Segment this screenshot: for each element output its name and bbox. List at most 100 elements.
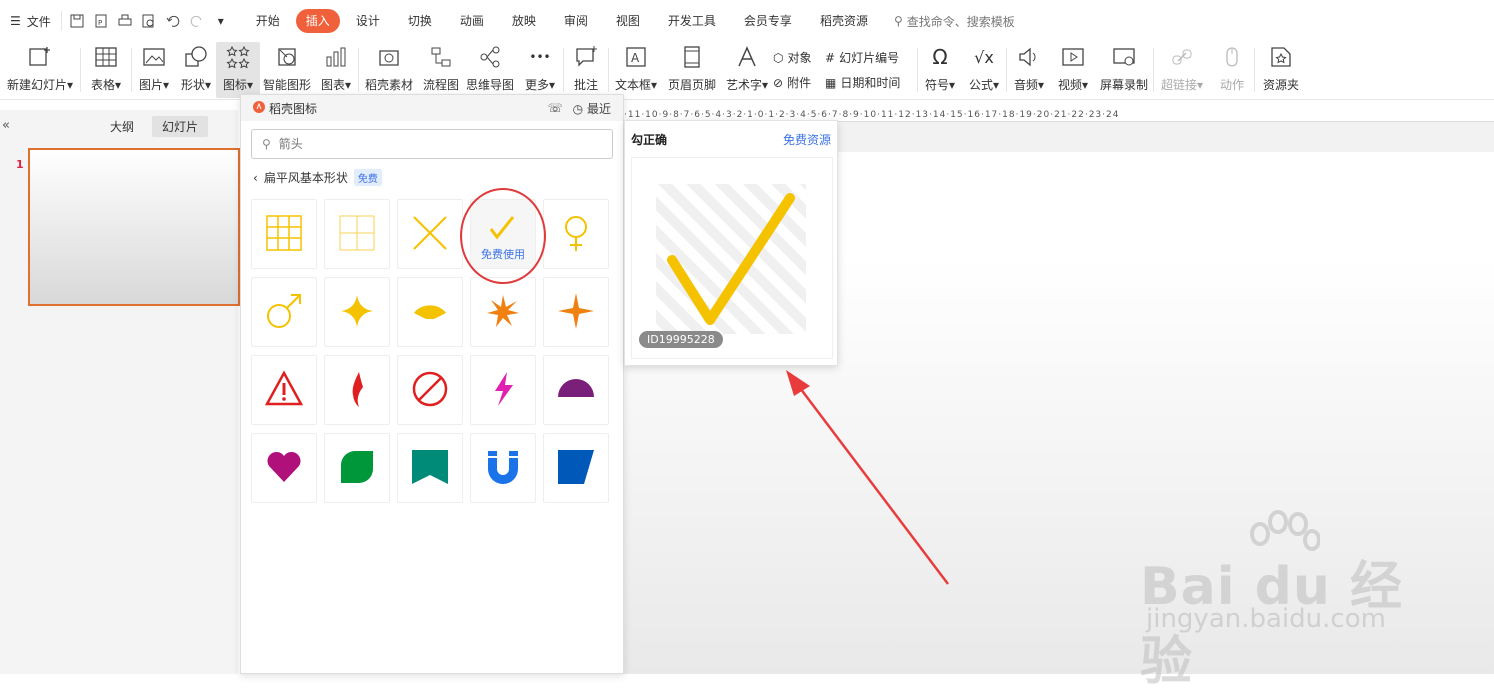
tab-slides[interactable]: 幻灯片 <box>152 116 209 137</box>
icon-item[interactable] <box>324 277 390 347</box>
icon-search-input[interactable] <box>278 137 579 151</box>
print-icon[interactable] <box>116 12 134 30</box>
icon-item[interactable] <box>251 433 317 503</box>
icon-item[interactable] <box>470 433 536 503</box>
command-search[interactable]: ⚲ 查找命令、搜索模板 <box>894 13 1015 30</box>
action-button[interactable]: 动作 <box>1210 42 1254 98</box>
hyperlink-label: 超链接 <box>1160 78 1197 92</box>
feedback-icon[interactable]: ☏ <box>548 101 563 115</box>
tab-transition[interactable]: 切换 <box>394 9 446 33</box>
star4-icon <box>556 291 596 334</box>
recent-button[interactable]: ◷ 最近 <box>573 100 611 117</box>
tab-animation[interactable]: 动画 <box>446 9 498 33</box>
attachment-button[interactable]: ⊘ 附件 <box>773 74 825 91</box>
datetime-button[interactable]: ▦ 日期和时间 <box>825 74 917 91</box>
icon-item[interactable] <box>324 433 390 503</box>
tab-home[interactable]: 开始 <box>242 9 294 33</box>
audio-button[interactable]: 音频▾ <box>1007 42 1051 98</box>
file-menu-label: 文件 <box>26 14 51 29</box>
save-icon[interactable] <box>68 12 86 30</box>
more-button[interactable]: ••• 更多▾ <box>517 42 563 98</box>
icon-item[interactable] <box>251 277 317 347</box>
object-icon: ⬡ <box>773 50 784 65</box>
formula-label: 公式 <box>968 78 993 92</box>
icon-item[interactable] <box>397 277 463 347</box>
new-slide-button[interactable]: 新建幻灯片▾ <box>0 42 80 98</box>
slide-number-label: 幻灯片编号 <box>839 51 900 65</box>
export-pdf-icon[interactable]: P <box>92 12 110 30</box>
flowchart-button[interactable]: 流程图 <box>419 42 463 98</box>
wordart-label: 艺术字 <box>725 78 762 92</box>
icon-item[interactable] <box>397 199 463 269</box>
star-folder-icon <box>1268 44 1294 70</box>
picture-button[interactable]: 图片▾ <box>132 42 176 98</box>
tab-docer-resources[interactable]: 稻壳资源 <box>806 9 882 33</box>
header-footer-button[interactable]: 页眉页脚 <box>663 42 721 98</box>
icon-search-box[interactable]: ⚲ <box>251 129 613 159</box>
icon-button[interactable]: 图标▾ <box>216 42 260 98</box>
video-label: 视频 <box>1057 78 1082 92</box>
mindmap-label: 思维导图 <box>465 78 514 92</box>
icon-item[interactable] <box>543 355 609 425</box>
slide-number-button[interactable]: # 幻灯片编号 <box>825 49 917 66</box>
icon-item[interactable] <box>324 199 390 269</box>
undo-icon[interactable] <box>164 12 182 30</box>
tab-design[interactable]: 设计 <box>342 9 394 33</box>
comment-button[interactable]: 批注 <box>564 42 608 98</box>
tab-review[interactable]: 审阅 <box>550 9 602 33</box>
textbox-button[interactable]: A 文本框▾ <box>609 42 663 98</box>
icon-item[interactable] <box>470 277 536 347</box>
comment-icon <box>573 44 599 70</box>
formula-button[interactable]: √x 公式▾ <box>962 42 1006 98</box>
tab-slideshow[interactable]: 放映 <box>498 9 550 33</box>
picture-icon <box>141 44 167 70</box>
icon-item[interactable] <box>397 433 463 503</box>
wordart-button[interactable]: 艺术字▾ <box>721 42 773 98</box>
category-breadcrumb[interactable]: ‹ 扁平风基本形状 免费 <box>253 169 382 186</box>
screen-record-button[interactable]: 屏幕录制 <box>1095 42 1153 98</box>
speaker-icon <box>1016 44 1042 70</box>
icon-item[interactable] <box>251 199 317 269</box>
symbol-button[interactable]: Ω 符号▾ <box>918 42 962 98</box>
hyperlink-button[interactable]: 超链接▾ <box>1154 42 1210 98</box>
slide-thumbnail[interactable] <box>28 148 240 306</box>
tab-member[interactable]: 会员专享 <box>730 9 806 33</box>
omega-icon: Ω <box>932 45 948 69</box>
flowchart-label: 流程图 <box>422 78 459 92</box>
icons-icon <box>225 44 251 70</box>
chart-button[interactable]: 图表▾ <box>314 42 358 98</box>
picture-label: 图片 <box>138 78 163 92</box>
icon-panel-header: 稻壳图标 ☏ ◷ 最近 <box>241 95 623 121</box>
tab-outline[interactable]: 大纲 <box>100 116 144 137</box>
icon-item[interactable] <box>543 277 609 347</box>
cross-icon <box>410 213 450 256</box>
redo-icon[interactable] <box>188 12 206 30</box>
mindmap-button[interactable]: 思维导图 <box>463 42 517 98</box>
icon-item[interactable] <box>324 355 390 425</box>
tab-insert[interactable]: 插入 <box>295 9 340 33</box>
print-preview-icon[interactable] <box>140 12 158 30</box>
object-button[interactable]: ⬡ 对象 <box>773 49 825 66</box>
icon-item[interactable] <box>251 355 317 425</box>
file-menu[interactable]: ☰ 文件 <box>0 0 61 42</box>
baidu-jingyan-watermark: Bai du 经验 jingyan.baidu.com <box>1140 506 1430 692</box>
tab-view[interactable]: 视图 <box>602 9 654 33</box>
icon-item[interactable] <box>543 199 609 269</box>
female-icon <box>556 213 596 256</box>
shape-button[interactable]: 形状▾ <box>176 42 216 98</box>
customize-dropdown-icon[interactable]: ▾ <box>212 12 230 30</box>
parallelogram-icon <box>556 447 596 490</box>
tab-developer[interactable]: 开发工具 <box>654 9 730 33</box>
resource-folder-button[interactable]: 资源夹 <box>1255 42 1307 98</box>
no-entry-icon <box>410 369 450 412</box>
free-resource-link[interactable]: 免费资源 <box>783 131 831 148</box>
icon-item[interactable] <box>543 433 609 503</box>
icon-item[interactable] <box>470 355 536 425</box>
video-button[interactable]: 视频▾ <box>1051 42 1095 98</box>
collapse-panel-icon[interactable]: « <box>2 118 10 133</box>
object-label: 对象 <box>787 51 812 65</box>
icon-item[interactable] <box>397 355 463 425</box>
table-button[interactable]: 表格▾ <box>81 42 131 98</box>
smartart-button[interactable]: 智能图形 <box>260 42 314 98</box>
material-button[interactable]: 稻壳素材 <box>359 42 419 98</box>
